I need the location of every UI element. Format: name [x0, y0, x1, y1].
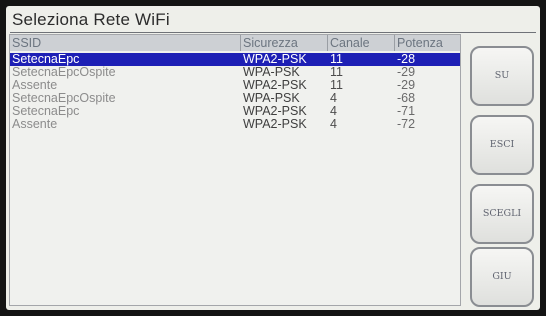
- column-header-channel[interactable]: Canale: [328, 35, 395, 51]
- title-divider: [10, 32, 536, 33]
- up-button[interactable]: SU: [470, 46, 534, 106]
- wifi-selection-screen: Seleziona Rete WiFi SSID Sicurezza Canal…: [6, 6, 540, 310]
- column-header-power[interactable]: Potenza: [395, 35, 460, 51]
- column-header-ssid[interactable]: SSID: [10, 35, 241, 51]
- table-row[interactable]: SetecnaEpc WPA2-PSK 4 -71: [10, 105, 460, 118]
- network-table: SSID Sicurezza Canale Potenza SetecnaEpc…: [9, 34, 461, 306]
- cell-security: WPA2-PSK: [243, 117, 307, 131]
- button-panel: SU ESCI SCEGLI GIU: [468, 46, 536, 307]
- table-row[interactable]: Assente WPA2-PSK 4 -72: [10, 118, 460, 131]
- cell-channel: 11: [330, 78, 343, 92]
- table-row[interactable]: SetecnaEpcOspite WPA-PSK 11 -29: [10, 66, 460, 79]
- down-button[interactable]: GIU: [470, 247, 534, 307]
- exit-button[interactable]: ESCI: [470, 115, 534, 175]
- table-header: SSID Sicurezza Canale Potenza: [10, 35, 460, 51]
- column-header-security[interactable]: Sicurezza: [241, 35, 328, 51]
- cell-ssid: Assente: [12, 117, 58, 131]
- select-button[interactable]: SCEGLI: [470, 184, 534, 244]
- cell-channel: 4: [330, 117, 337, 131]
- cell-channel: 4: [330, 104, 337, 118]
- cell-channel: 4: [330, 91, 337, 105]
- page-title: Seleziona Rete WiFi: [12, 10, 170, 29]
- cell-power: -72: [397, 117, 416, 131]
